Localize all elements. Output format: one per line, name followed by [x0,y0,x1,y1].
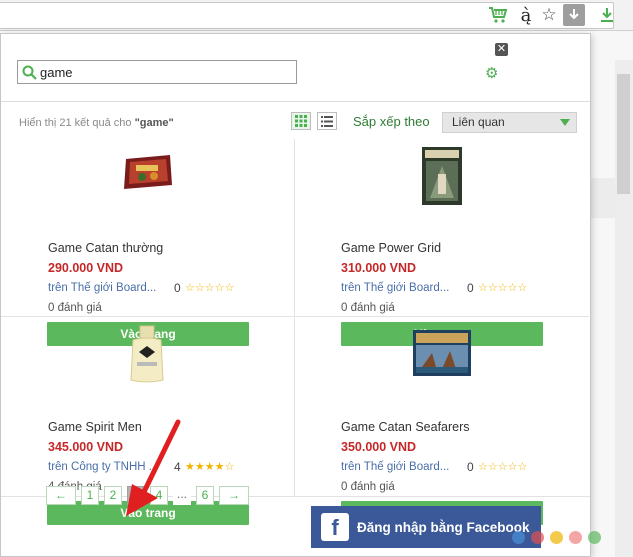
rating-count: 0 [174,281,181,295]
result-count: Hiển thị 21 kết quả cho "game" [19,117,174,129]
watermark-dots [512,531,601,544]
product-store[interactable]: trên Thế giới Board... [48,282,156,294]
grid-view-button[interactable] [291,112,311,130]
review-count: 0 đánh giá [341,481,395,493]
sort-label: Sắp xếp theo [353,114,430,129]
shopping-popup: ✕ ⚙ Hiển thị 21 kết quả cho "game" Sắp x… [0,33,591,557]
header-divider [1,101,590,102]
facebook-login-button[interactable]: f Đăng nhập bằng Facebook [311,506,541,548]
next-page-button[interactable]: → [219,486,250,505]
search-icon [18,61,40,83]
rating-count: 0 [467,460,474,474]
search-input[interactable] [40,62,290,82]
review-count: 0 đánh giá [341,302,395,314]
product-image[interactable] [127,324,167,386]
sort-selected: Liên quan [452,115,505,129]
star-rating-icon: ☆☆☆☆☆ [185,282,235,294]
product-image[interactable] [420,146,464,206]
product-name[interactable]: Game Catan thường [48,241,163,255]
product-card: Game Power Grid 310.000 VND trên Thế giớ… [295,139,589,346]
browser-toolbar: ą̀ ☆ [0,0,633,31]
search-box[interactable] [17,60,297,84]
cart-icon[interactable] [487,5,509,25]
product-price: 310.000 VND [341,261,417,275]
list-view-button[interactable] [317,112,337,130]
close-icon[interactable]: ✕ [495,43,508,56]
star-rating-icon: ☆☆☆☆☆ [478,282,528,294]
page-link[interactable]: 6 [196,486,215,505]
facebook-icon: f [321,513,349,541]
translate-icon[interactable]: ą̀ [515,5,537,26]
grid-icon [295,115,307,127]
prev-page-button[interactable]: ← [46,486,76,505]
star-rating-icon: ★★★★☆ [185,461,235,473]
rating-count: 0 [467,281,474,295]
page-link[interactable]: 1 [81,486,99,505]
product-price: 290.000 VND [48,261,124,275]
product-card: Game Catan thường 290.000 VND trên Thế g… [1,139,295,346]
save-icon[interactable] [563,4,585,26]
page-scrollbar-thumb[interactable] [617,74,630,194]
product-image[interactable] [122,153,174,191]
product-name[interactable]: Game Catan Seafarers [341,420,470,434]
result-query: "game" [134,117,174,129]
product-price: 350.000 VND [341,440,417,454]
annotation-arrow-icon [126,419,181,516]
product-store[interactable]: trên Thế giới Board... [341,461,449,473]
download-icon[interactable] [596,5,618,25]
product-store[interactable]: trên Thế giới Board... [341,282,449,294]
dropdown-arrow-icon [560,119,570,126]
review-count: 0 đánh giá [48,302,102,314]
product-name[interactable]: Game Power Grid [341,241,441,255]
star-icon[interactable]: ☆ [538,5,560,25]
product-card: Game Catan Seafarers 350.000 VND trên Th… [295,318,589,525]
facebook-login-label: Đăng nhập bằng Facebook [357,519,530,535]
product-image[interactable] [412,329,472,377]
gear-icon[interactable]: ⚙ [485,66,498,82]
sort-dropdown[interactable]: Liên quan [442,112,577,133]
star-rating-icon: ☆☆☆☆☆ [478,461,528,473]
list-icon [321,115,333,127]
product-price: 345.000 VND [48,440,124,454]
